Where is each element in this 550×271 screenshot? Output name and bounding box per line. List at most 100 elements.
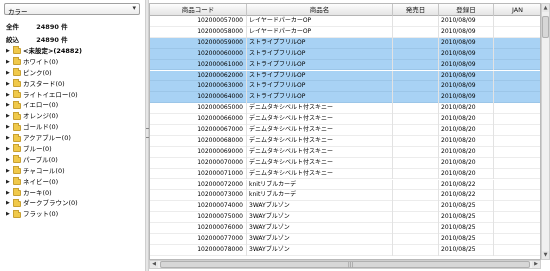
cell-registered-date: 2010/08/20 <box>439 135 494 147</box>
cell-name: knitリブルカーデ <box>247 179 393 191</box>
table-row[interactable]: 102000076000 3WAYブルゾン 2010/08/25 <box>150 223 540 234</box>
cell-name: ストライプフリルOP <box>247 59 393 71</box>
cell-jan <box>494 16 540 27</box>
column-header-name[interactable]: 商品名 <box>247 4 393 16</box>
tree-node[interactable]: ▶ ホワイト(0) <box>6 57 142 68</box>
cell-code: 102000057000 <box>150 16 247 27</box>
tree-node[interactable]: ▶ ダークブラウン(0) <box>6 198 142 209</box>
expand-arrow-icon[interactable]: ▶ <box>6 68 11 79</box>
table-row[interactable]: 102000058000 レイヤードパーカーOP 2010/08/09 <box>150 26 540 38</box>
column-header-jan[interactable]: JAN <box>494 4 540 16</box>
tree-node[interactable]: ▶ ゴールド(0) <box>6 122 142 133</box>
table-row[interactable]: 102000061000 ストライプフリルOP 2010/08/09 <box>150 59 540 71</box>
folder-icon <box>13 100 21 109</box>
table-row[interactable]: 102000057000 レイヤードパーカーOP 2010/08/09 <box>150 16 540 27</box>
expand-arrow-icon[interactable]: ▶ <box>6 133 11 144</box>
tree-node[interactable]: ▶ イエロー(0) <box>6 100 142 111</box>
tree-node[interactable]: ▶ ネイビー(0) <box>6 177 142 188</box>
expand-arrow-icon[interactable]: ▶ <box>6 155 11 166</box>
cell-jan <box>494 234 540 245</box>
cell-registered-date: 2010/08/22 <box>439 190 494 202</box>
category-dropdown[interactable]: カラー ▾ <box>4 3 140 16</box>
tree-node-label: ダークブラウン(0) <box>23 199 78 208</box>
table-row[interactable]: 102000063000 ストライプフリルOP 2010/08/09 <box>150 81 540 93</box>
cell-code: 102000070000 <box>150 157 247 169</box>
cell-registered-date: 2010/08/20 <box>439 114 494 125</box>
splitter-grip-icon[interactable] <box>146 128 148 138</box>
vertical-scrollbar[interactable]: ▲ ▼ <box>541 3 550 260</box>
table-row[interactable]: 102000067000 デニムタキシベルト付スキニー 2010/08/20 <box>150 125 540 136</box>
cell-registered-date: 2010/08/09 <box>439 26 494 38</box>
table-row[interactable]: 102000062000 ストライプフリルOP 2010/08/09 <box>150 70 540 82</box>
tree-node[interactable]: ▶ <未設定>(24882) <box>6 46 142 57</box>
table-row[interactable]: 102000064000 ストライプフリルOP 2010/08/09 <box>150 92 540 104</box>
horizontal-scroll-thumb[interactable]: ||| <box>160 261 530 268</box>
cell-name: ストライプフリルOP <box>247 92 393 104</box>
tree-node[interactable]: ▶ ピンク(0) <box>6 68 142 79</box>
cell-code: 102000058000 <box>150 26 247 38</box>
cell-jan <box>494 212 540 223</box>
filtered-count-value: 24890 件 <box>36 36 68 44</box>
table-row[interactable]: 102000075000 3WAYブルゾン 2010/08/25 <box>150 212 540 224</box>
tree-node[interactable]: ▶ フラット(0) <box>6 209 142 220</box>
expand-arrow-icon[interactable]: ▶ <box>6 122 11 133</box>
table-row[interactable]: 102000072000 knitリブルカーデ 2010/08/22 <box>150 179 540 191</box>
tree-node[interactable]: ▶ ライトイエロー(0) <box>6 90 142 101</box>
expand-arrow-icon[interactable]: ▶ <box>6 57 11 68</box>
table-row[interactable]: 102000059000 ストライプフリルOP 2010/08/09 <box>150 37 540 49</box>
tree-node[interactable]: ▶ パープル(0) <box>6 155 142 166</box>
expand-arrow-icon[interactable]: ▶ <box>6 79 11 90</box>
cell-jan <box>494 27 540 38</box>
table-row[interactable]: 102000069000 デニムタキシベルト付スキニー 2010/08/20 <box>150 146 540 158</box>
expand-arrow-icon[interactable]: ▶ <box>6 166 11 177</box>
table-row[interactable]: 102000074000 3WAYブルゾン 2010/08/25 <box>150 201 540 213</box>
scroll-down-icon[interactable]: ▼ <box>542 251 549 259</box>
folder-icon <box>13 177 21 186</box>
expand-arrow-icon[interactable]: ▶ <box>6 188 11 199</box>
cell-code: 102000059000 <box>150 37 247 49</box>
expand-arrow-icon[interactable]: ▶ <box>6 198 11 209</box>
horizontal-scrollbar[interactable]: ◀ ||| ▶ <box>149 260 541 269</box>
tree-node[interactable]: ▶ カーキ(0) <box>6 188 142 199</box>
tree-node[interactable]: ▶ カスタード(0) <box>6 79 142 90</box>
scroll-right-icon[interactable]: ▶ <box>532 261 540 268</box>
total-count-value: 24890 件 <box>36 23 68 31</box>
cell-code: 102000067000 <box>150 125 247 136</box>
tree-node[interactable]: ▶ アクアブルー(0) <box>6 133 142 144</box>
expand-arrow-icon[interactable]: ▶ <box>6 111 11 122</box>
table-row[interactable]: 102000078000 3WAYブルゾン 2010/08/25 <box>150 244 540 256</box>
cell-code: 102000078000 <box>150 244 247 256</box>
column-header-release-date[interactable]: 発売日 <box>393 4 439 16</box>
table-row[interactable]: 102000073000 knitリブルカーデ 2010/08/22 <box>150 190 540 202</box>
expand-arrow-icon[interactable]: ▶ <box>6 144 11 155</box>
table-row[interactable]: 102000065000 デニムタキシベルト付スキニー 2010/08/20 <box>150 103 540 115</box>
table-row[interactable]: 102000077000 3WAYブルゾン 2010/08/25 <box>150 234 540 245</box>
cell-release-date <box>393 103 439 115</box>
scroll-left-icon[interactable]: ◀ <box>150 261 158 268</box>
cell-registered-date: 2010/08/25 <box>439 201 494 213</box>
tree-node-label: アクアブルー(0) <box>23 134 71 143</box>
column-header-registered-date[interactable]: 登録日 <box>439 4 494 16</box>
expand-arrow-icon[interactable]: ▶ <box>6 90 11 101</box>
table-row[interactable]: 102000070000 デニムタキシベルト付スキニー 2010/08/20 <box>150 157 540 169</box>
chevron-down-icon[interactable]: ▾ <box>132 4 136 12</box>
cell-release-date <box>393 48 439 60</box>
expand-arrow-icon[interactable]: ▶ <box>6 46 11 57</box>
vertical-scroll-thumb[interactable] <box>542 16 549 38</box>
table-row[interactable]: 102000068000 デニムタキシベルト付スキニー 2010/08/20 <box>150 135 540 147</box>
column-header-code[interactable]: 商品コード <box>150 4 247 16</box>
table-row[interactable]: 102000071000 デニムタキシベルト付スキニー 2010/08/20 <box>150 168 540 180</box>
table-row[interactable]: 102000060000 ストライプフリルOP 2010/08/09 <box>150 48 540 60</box>
table-row[interactable]: 102000066000 デニムタキシベルト付スキニー 2010/08/20 <box>150 114 540 125</box>
expand-arrow-icon[interactable]: ▶ <box>6 177 11 188</box>
cell-name: デニムタキシベルト付スキニー <box>247 103 393 115</box>
cell-release-date <box>393 212 439 224</box>
cell-registered-date: 2010/08/20 <box>439 157 494 169</box>
scroll-up-icon[interactable]: ▲ <box>542 4 549 12</box>
tree-node[interactable]: ▶ チャコール(0) <box>6 166 142 177</box>
tree-node[interactable]: ▶ オレンジ(0) <box>6 111 142 122</box>
tree-node[interactable]: ▶ ブルー(0) <box>6 144 142 155</box>
folder-icon <box>13 57 21 66</box>
expand-arrow-icon[interactable]: ▶ <box>6 100 11 111</box>
expand-arrow-icon[interactable]: ▶ <box>6 209 11 220</box>
